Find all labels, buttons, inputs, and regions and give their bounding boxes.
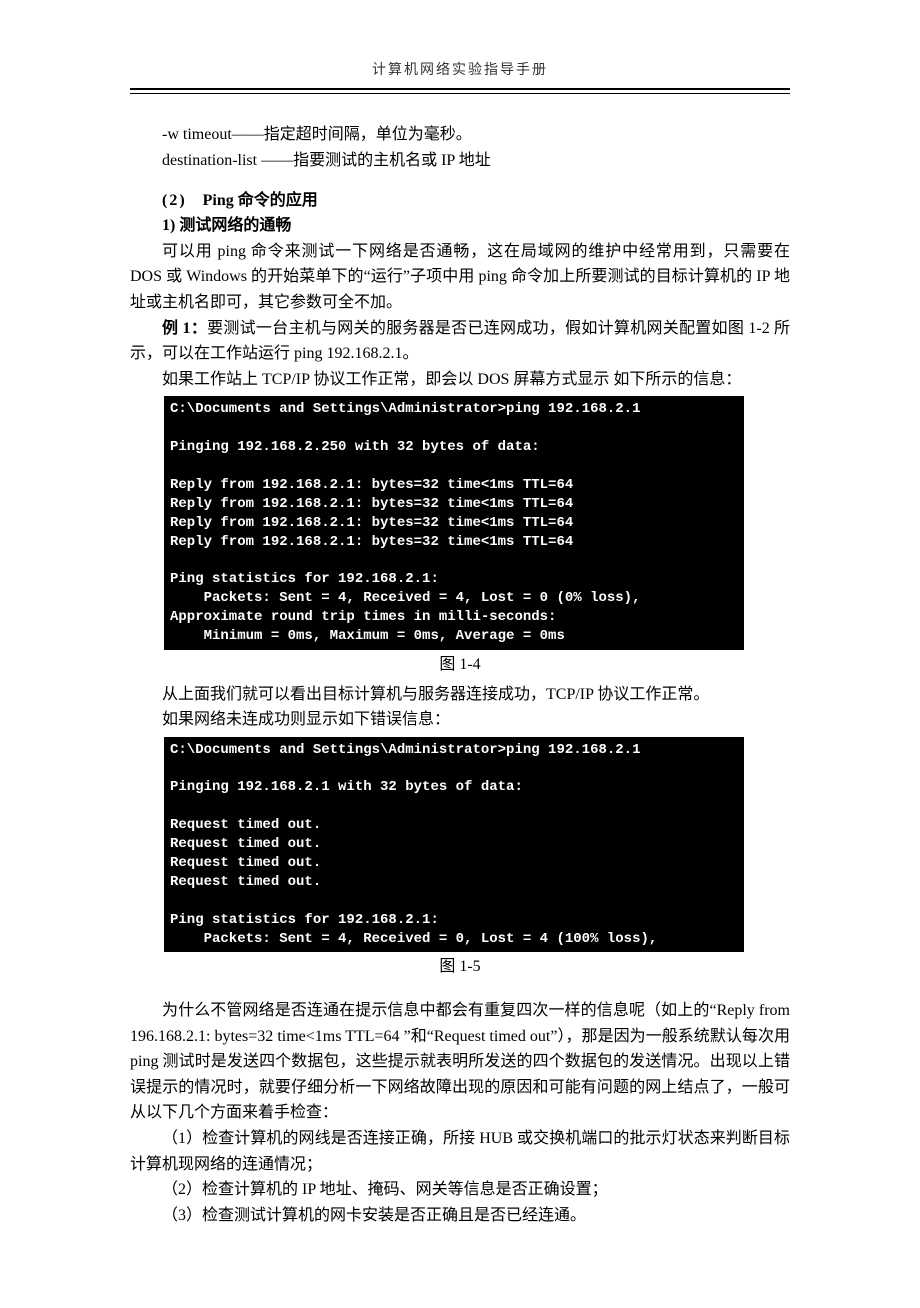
example-1-text: 要测试一台主机与网关的服务器是否已连网成功，假如计算机网关配置如图 1-2 所示… [130,320,790,363]
intro-line-1: -w timeout——指定超时间隔，单位为毫秒。 [130,122,790,148]
section-2-1-num: 1) [162,217,175,234]
page: 计算机网络实验指导手册 -w timeout——指定超时间隔，单位为毫秒。 de… [0,0,920,1308]
paragraph-2: 如果工作站上 TCP/IP 协议工作正常，即会以 DOS 屏幕方式显示 如下所示… [130,367,790,393]
intro-line-2: destination-list ——指要测试的主机名或 IP 地址 [130,148,790,174]
section-2-1-title: 测试网络的通畅 [179,217,291,234]
console-output-1: C:\Documents and Settings\Administrator>… [164,396,744,650]
paragraph-1: 可以用 ping 命令来测试一下网络是否通畅，这在局域网的维护中经常用到，只需要… [130,239,790,316]
page-header-title: 计算机网络实验指导手册 [130,60,790,88]
paragraph-3: 从上面我们就可以看出目标计算机与服务器连接成功，TCP/IP 协议工作正常。 [130,682,790,708]
bullet-3: （3）检查测试计算机的网卡安装是否正确且是否已经连通。 [130,1203,790,1229]
section-2-heading: (2) Ping 命令的应用 [130,188,790,214]
section-2-title: Ping 命令的应用 [203,192,318,209]
figure-caption-1-4: 图 1-4 [130,652,790,678]
paragraph-4: 如果网络未连成功则显示如下错误信息： [130,707,790,733]
section-2-1-heading: 1) 测试网络的通畅 [130,213,790,239]
example-1: 例 1：要测试一台主机与网关的服务器是否已连网成功，假如计算机网关配置如图 1-… [130,316,790,367]
header-divider [130,88,790,94]
bullet-2: （2）检查计算机的 IP 地址、掩码、网关等信息是否正确设置； [130,1177,790,1203]
bullet-1: （1）检查计算机的网线是否连接正确，所接 HUB 或交换机端口的批示灯状态来判断… [130,1126,790,1177]
example-1-label: 例 1： [162,320,207,337]
figure-caption-1-5: 图 1-5 [130,954,790,980]
console-output-2: C:\Documents and Settings\Administrator>… [164,737,744,953]
section-2-num: (2) [162,192,187,209]
paragraph-5: 为什么不管网络是否连通在提示信息中都会有重复四次一样的信息呢（如上的“Reply… [130,998,790,1126]
